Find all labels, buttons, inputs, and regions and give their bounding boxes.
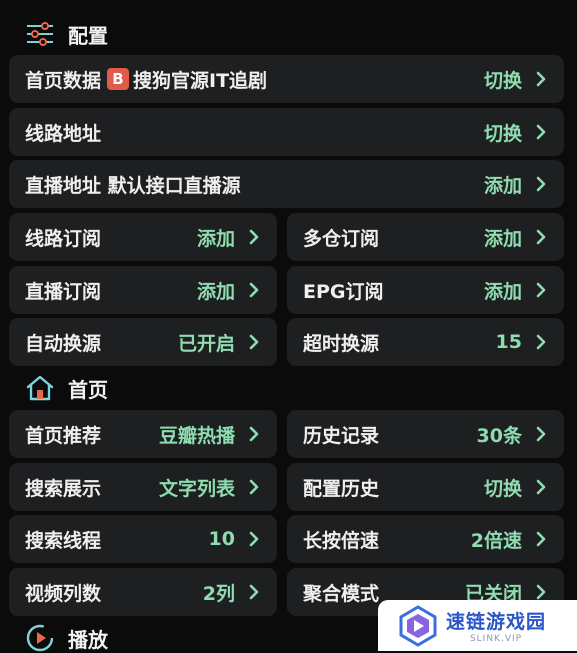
chevron-right-icon	[530, 331, 552, 353]
history-value: 30条	[476, 424, 522, 447]
route-sub-row[interactable]: 线路订阅 添加	[9, 213, 277, 261]
chevron-right-icon	[243, 476, 265, 498]
auto-switch-row[interactable]: 自动换源 已开启	[9, 318, 277, 366]
play-circle-icon	[24, 623, 56, 653]
epg-sub-value: 添加	[483, 280, 522, 303]
recommend-row[interactable]: 首页推荐 豆瓣热播	[9, 410, 277, 458]
multi-repo-row[interactable]: 多仓订阅 添加	[287, 213, 564, 261]
section-title: 配置	[68, 23, 108, 48]
multi-repo-label: 多仓订阅	[303, 227, 380, 250]
search-display-label: 搜索展示	[25, 477, 102, 500]
chevron-right-icon	[243, 279, 265, 301]
watermark: 速链游戏园 SLINK.VIP	[378, 600, 577, 651]
watermark-name: 速链游戏园	[446, 611, 547, 633]
section-title: 播放	[68, 627, 108, 652]
config-history-value: 切换	[483, 477, 522, 500]
route-sub-label: 线路订阅	[25, 227, 102, 250]
multi-repo-value: 添加	[483, 227, 522, 250]
chevron-right-icon	[530, 423, 552, 445]
epg-sub-row[interactable]: EPG订阅 添加	[287, 266, 564, 314]
home-data-label: 首页数据	[25, 69, 102, 92]
watermark-sub: SLINK.VIP	[469, 634, 523, 644]
timeout-switch-row[interactable]: 超时换源 15	[287, 318, 564, 366]
section-header-home: 首页	[24, 373, 108, 403]
video-columns-row[interactable]: 视频列数 2列	[9, 568, 277, 616]
route-address-value: 切换	[483, 122, 522, 145]
timeout-switch-value: 15	[495, 331, 522, 353]
auto-switch-value: 已开启	[177, 332, 235, 355]
chevron-right-icon	[530, 226, 552, 248]
search-threads-row[interactable]: 搜索线程 10	[9, 515, 277, 563]
route-address-label: 线路地址	[25, 122, 102, 145]
auto-switch-label: 自动换源	[25, 332, 102, 355]
video-columns-label: 视频列数	[25, 582, 102, 605]
search-display-row[interactable]: 搜索展示 文字列表	[9, 463, 277, 511]
home-data-row[interactable]: 首页数据 B 搜狗官源IT追剧 切换	[9, 55, 564, 103]
long-press-label: 长按倍速	[303, 529, 380, 552]
history-row[interactable]: 历史记录 30条	[287, 410, 564, 458]
source-badge-icon: B	[107, 68, 130, 90]
config-history-label: 配置历史	[303, 477, 380, 500]
section-header-play: 播放	[24, 623, 108, 653]
home-data-value: 切换	[483, 69, 522, 92]
live-address-label: 直播地址 默认接口直播源	[25, 174, 241, 197]
route-address-row[interactable]: 线路地址 切换	[9, 108, 564, 156]
chevron-right-icon	[243, 528, 265, 550]
section-title: 首页	[68, 377, 108, 402]
search-threads-value: 10	[208, 528, 235, 550]
live-address-value: 添加	[483, 174, 522, 197]
live-sub-value: 添加	[196, 280, 235, 303]
chevron-right-icon	[530, 528, 552, 550]
section-header-config: 配置	[24, 19, 108, 49]
chevron-right-icon	[243, 423, 265, 445]
chevron-right-icon	[530, 121, 552, 143]
long-press-row[interactable]: 长按倍速 2倍速	[287, 515, 564, 563]
watermark-logo-icon	[396, 604, 440, 648]
config-history-row[interactable]: 配置历史 切换	[287, 463, 564, 511]
chevron-right-icon	[530, 476, 552, 498]
live-address-row[interactable]: 直播地址 默认接口直播源 添加	[9, 160, 564, 208]
long-press-value: 2倍速	[470, 529, 522, 552]
search-threads-label: 搜索线程	[25, 529, 102, 552]
live-sub-label: 直播订阅	[25, 280, 102, 303]
aggregate-label: 聚合模式	[303, 582, 380, 605]
epg-sub-label: EPG订阅	[303, 280, 384, 303]
home-data-source: 搜狗官源IT追剧	[133, 69, 268, 92]
chevron-right-icon	[243, 331, 265, 353]
chevron-right-icon	[530, 279, 552, 301]
recommend-label: 首页推荐	[25, 424, 102, 447]
history-label: 历史记录	[303, 424, 380, 447]
chevron-right-icon	[530, 68, 552, 90]
timeout-switch-label: 超时换源	[303, 332, 380, 355]
chevron-right-icon	[530, 173, 552, 195]
search-display-value: 文字列表	[158, 477, 235, 500]
chevron-right-icon	[243, 226, 265, 248]
home-icon	[24, 373, 56, 403]
live-sub-row[interactable]: 直播订阅 添加	[9, 266, 277, 314]
route-sub-value: 添加	[196, 227, 235, 250]
chevron-right-icon	[243, 581, 265, 603]
video-columns-value: 2列	[202, 582, 235, 605]
sliders-icon	[24, 19, 56, 49]
recommend-value: 豆瓣热播	[158, 424, 235, 447]
